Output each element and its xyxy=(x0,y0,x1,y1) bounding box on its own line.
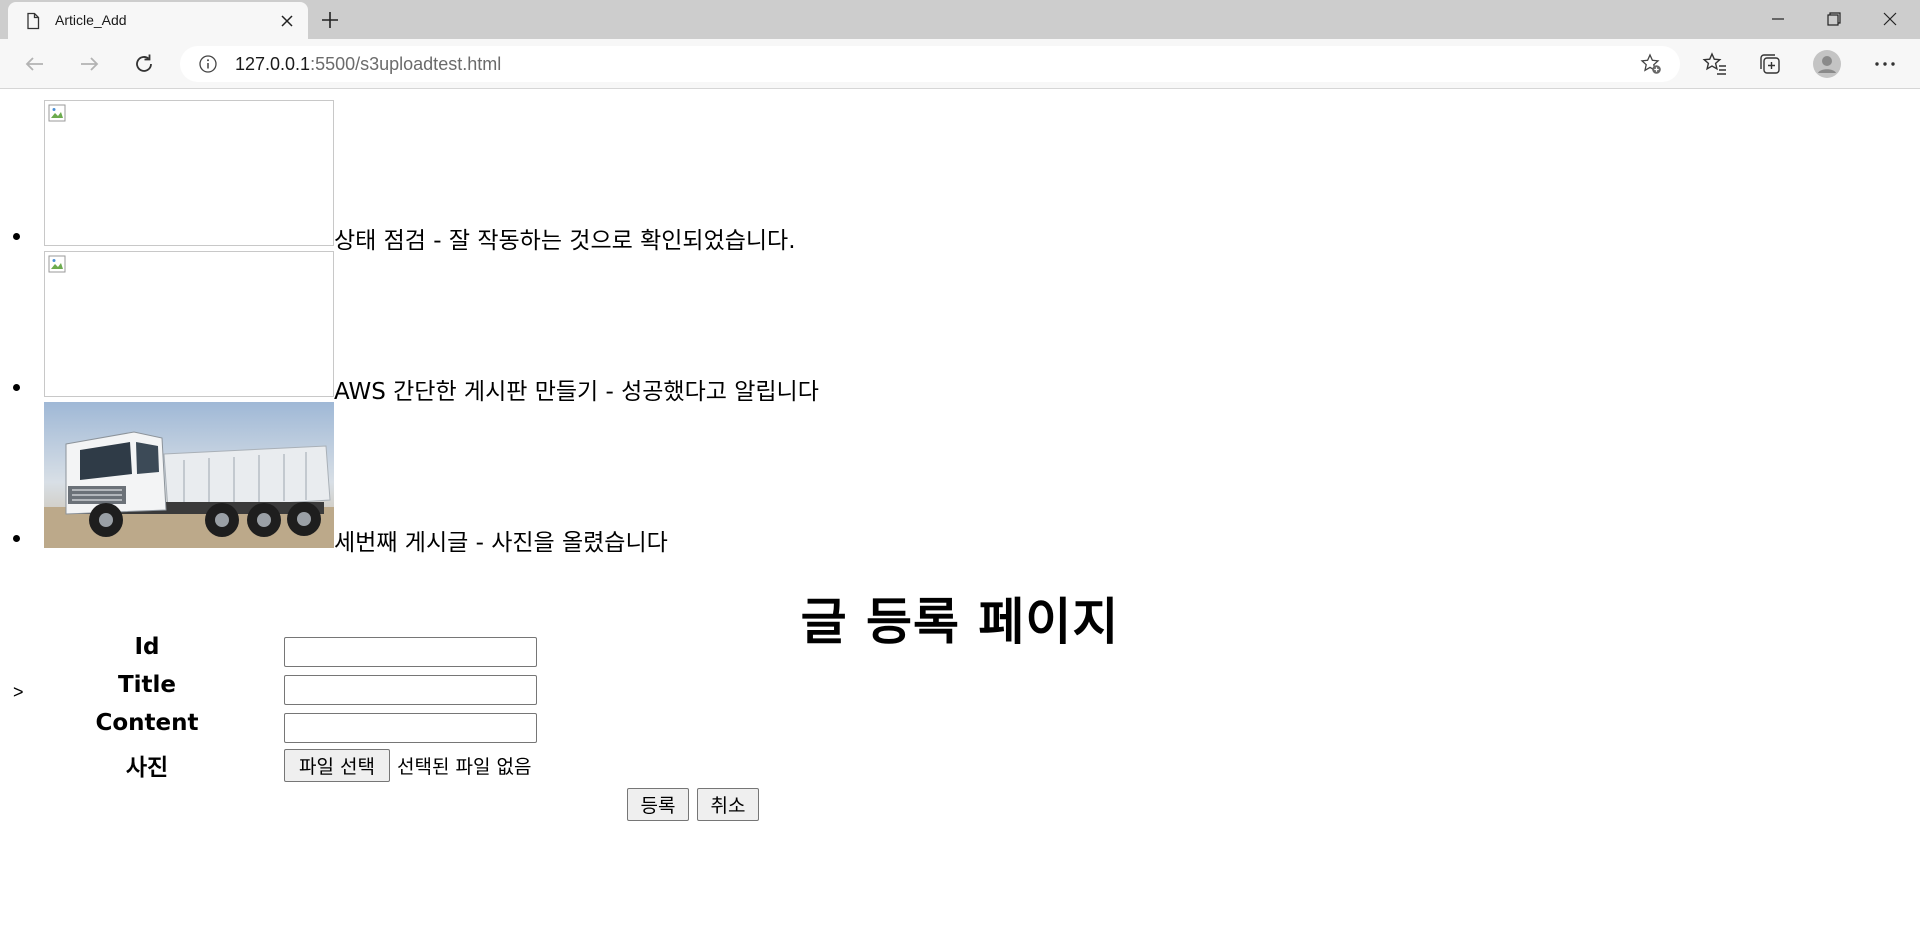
minimize-window-button[interactable] xyxy=(1750,0,1806,39)
list-bullet xyxy=(13,233,20,240)
close-window-button[interactable] xyxy=(1862,0,1918,39)
list-bullet xyxy=(13,535,20,542)
photo-label: 사진 xyxy=(125,755,169,781)
article-title: 세번째 게시글 - 사진을 올렸습니다 xyxy=(334,530,668,556)
address-bar[interactable]: 127.0.0.1:5500/s3uploadtest.html xyxy=(180,46,1680,82)
list-item: 세번째 게시글 - 사진을 올렸습니다 xyxy=(0,402,1100,556)
new-tab-plus-icon[interactable] xyxy=(320,10,340,30)
restore-window-button[interactable] xyxy=(1806,0,1862,39)
profile-avatar-icon[interactable] xyxy=(1812,49,1842,79)
browser-tab[interactable]: Article_Add xyxy=(8,2,308,39)
title-input[interactable] xyxy=(284,675,537,705)
list-bullet xyxy=(13,384,20,391)
file-status-text: 선택된 파일 없음 xyxy=(397,756,532,778)
id-input[interactable] xyxy=(284,637,537,667)
document-icon xyxy=(24,12,42,30)
close-tab-icon[interactable] xyxy=(278,12,296,30)
page-content: 상태 점검 - 잘 작동하는 것으로 확인되었습니다. AWS 간단한 게시판 … xyxy=(0,90,1920,946)
article-title: AWS 간단한 게시판 만들기 - 성공했다고 알립니다 xyxy=(334,379,819,405)
more-options-icon[interactable] xyxy=(1872,51,1898,77)
collections-icon[interactable] xyxy=(1757,51,1783,77)
browser-title-bar: Article_Add xyxy=(0,0,1920,39)
favorites-icon[interactable] xyxy=(1702,51,1728,77)
list-item: 상태 점검 - 잘 작동하는 것으로 확인되었습니다. xyxy=(0,100,1100,254)
submit-button[interactable]: 등록 xyxy=(627,788,689,821)
content-input[interactable] xyxy=(284,713,537,743)
browser-toolbar: 127.0.0.1:5500/s3uploadtest.html xyxy=(0,39,1920,89)
url-text[interactable]: 127.0.0.1:5500/s3uploadtest.html xyxy=(235,54,501,75)
add-favorite-star-icon[interactable] xyxy=(1640,53,1662,75)
title-label: Title xyxy=(117,672,177,698)
id-label: Id xyxy=(134,634,160,660)
info-icon[interactable] xyxy=(198,54,218,74)
article-image-broken xyxy=(44,251,334,397)
forward-arrow-icon[interactable] xyxy=(76,51,102,77)
url-path: :5500/s3uploadtest.html xyxy=(310,54,502,74)
broken-image-icon xyxy=(47,103,69,125)
url-host: 127.0.0.1 xyxy=(235,54,311,74)
article-image-broken xyxy=(44,100,334,246)
reload-icon[interactable] xyxy=(131,51,157,77)
stray-text: > xyxy=(13,682,24,702)
article-title: 상태 점검 - 잘 작동하는 것으로 확인되었습니다. xyxy=(334,228,796,254)
choose-file-button[interactable]: 파일 선택 xyxy=(284,749,390,782)
list-item: AWS 간단한 게시판 만들기 - 성공했다고 알립니다 xyxy=(0,251,1100,405)
broken-image-icon xyxy=(47,254,69,276)
cancel-button[interactable]: 취소 xyxy=(697,788,759,821)
back-arrow-icon[interactable] xyxy=(22,51,48,77)
truck-photo-image xyxy=(44,402,334,548)
content-label: Content xyxy=(95,710,199,736)
tab-title: Article_Add xyxy=(55,12,127,28)
